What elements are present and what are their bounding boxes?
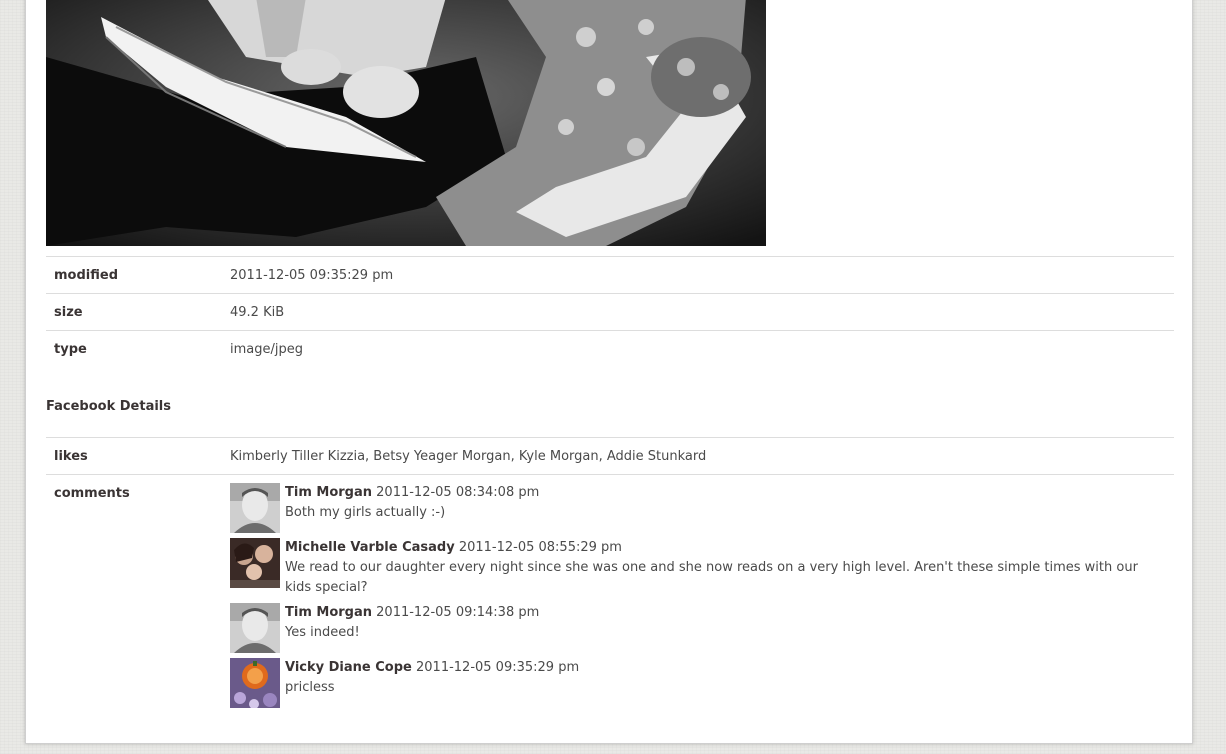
comment-text: Yes indeed! bbox=[285, 625, 360, 640]
comment-timestamp: 2011-12-05 09:35:29 pm bbox=[416, 660, 580, 675]
comment-item: Tim Morgan 2011-12-05 09:14:38 pm Yes in… bbox=[230, 603, 1174, 653]
vicky-avatar[interactable] bbox=[230, 658, 280, 708]
detail-row-size: size 49.2 KiB bbox=[46, 293, 1174, 331]
detail-row-likes: likes Kimberly Tiller Kizzia, Betsy Yeag… bbox=[46, 437, 1174, 475]
comment-author[interactable]: Vicky Diane Cope bbox=[285, 660, 412, 675]
detail-row-comments: comments Tim Morgan 2011-12-05 08:34:08 … bbox=[46, 474, 1174, 713]
likes-value: Kimberly Tiller Kizzia, Betsy Yeager Mor… bbox=[230, 437, 1174, 475]
comment-item: Vicky Diane Cope 2011-12-05 09:35:29 pm … bbox=[230, 658, 1174, 708]
size-value: 49.2 KiB bbox=[230, 293, 1174, 331]
facebook-details-heading: Facebook Details bbox=[46, 399, 171, 414]
modified-label: modified bbox=[46, 256, 230, 294]
comment-timestamp: 2011-12-05 08:34:08 pm bbox=[376, 485, 540, 500]
michelle-avatar[interactable] bbox=[230, 538, 280, 588]
type-value: image/jpeg bbox=[230, 330, 1174, 367]
comment-text: Both my girls actually :-) bbox=[285, 505, 446, 520]
facebook-details-table: likes Kimberly Tiller Kizzia, Betsy Yeag… bbox=[46, 437, 1174, 713]
comment-text: We read to our daughter every night sinc… bbox=[285, 560, 1138, 595]
comment-text: pricless bbox=[285, 680, 335, 695]
comment-author[interactable]: Tim Morgan bbox=[285, 605, 372, 620]
type-label: type bbox=[46, 330, 230, 367]
comment-timestamp: 2011-12-05 08:55:29 pm bbox=[458, 540, 622, 555]
comments-label: comments bbox=[46, 474, 230, 713]
comment-timestamp: 2011-12-05 09:14:38 pm bbox=[376, 605, 540, 620]
comment-item: Tim Morgan 2011-12-05 08:34:08 pm Both m… bbox=[230, 483, 1174, 533]
file-details-table: modified 2011-12-05 09:35:29 pm size 49.… bbox=[46, 256, 1174, 367]
detail-row-modified: modified 2011-12-05 09:35:29 pm bbox=[46, 256, 1174, 294]
tim-avatar[interactable] bbox=[230, 603, 280, 653]
detail-row-type: type image/jpeg bbox=[46, 330, 1174, 367]
comments-list: Tim Morgan 2011-12-05 08:34:08 pm Both m… bbox=[230, 474, 1174, 713]
likes-label: likes bbox=[46, 437, 230, 475]
comment-item: Michelle Varble Casady 2011-12-05 08:55:… bbox=[230, 538, 1174, 598]
content-panel: modified 2011-12-05 09:35:29 pm size 49.… bbox=[25, 0, 1193, 744]
modified-value: 2011-12-05 09:35:29 pm bbox=[230, 256, 1174, 294]
comment-author[interactable]: Tim Morgan bbox=[285, 485, 372, 500]
size-label: size bbox=[46, 293, 230, 331]
comment-author[interactable]: Michelle Varble Casady bbox=[285, 540, 455, 555]
tim-avatar[interactable] bbox=[230, 483, 280, 533]
photo-image[interactable] bbox=[46, 0, 766, 246]
